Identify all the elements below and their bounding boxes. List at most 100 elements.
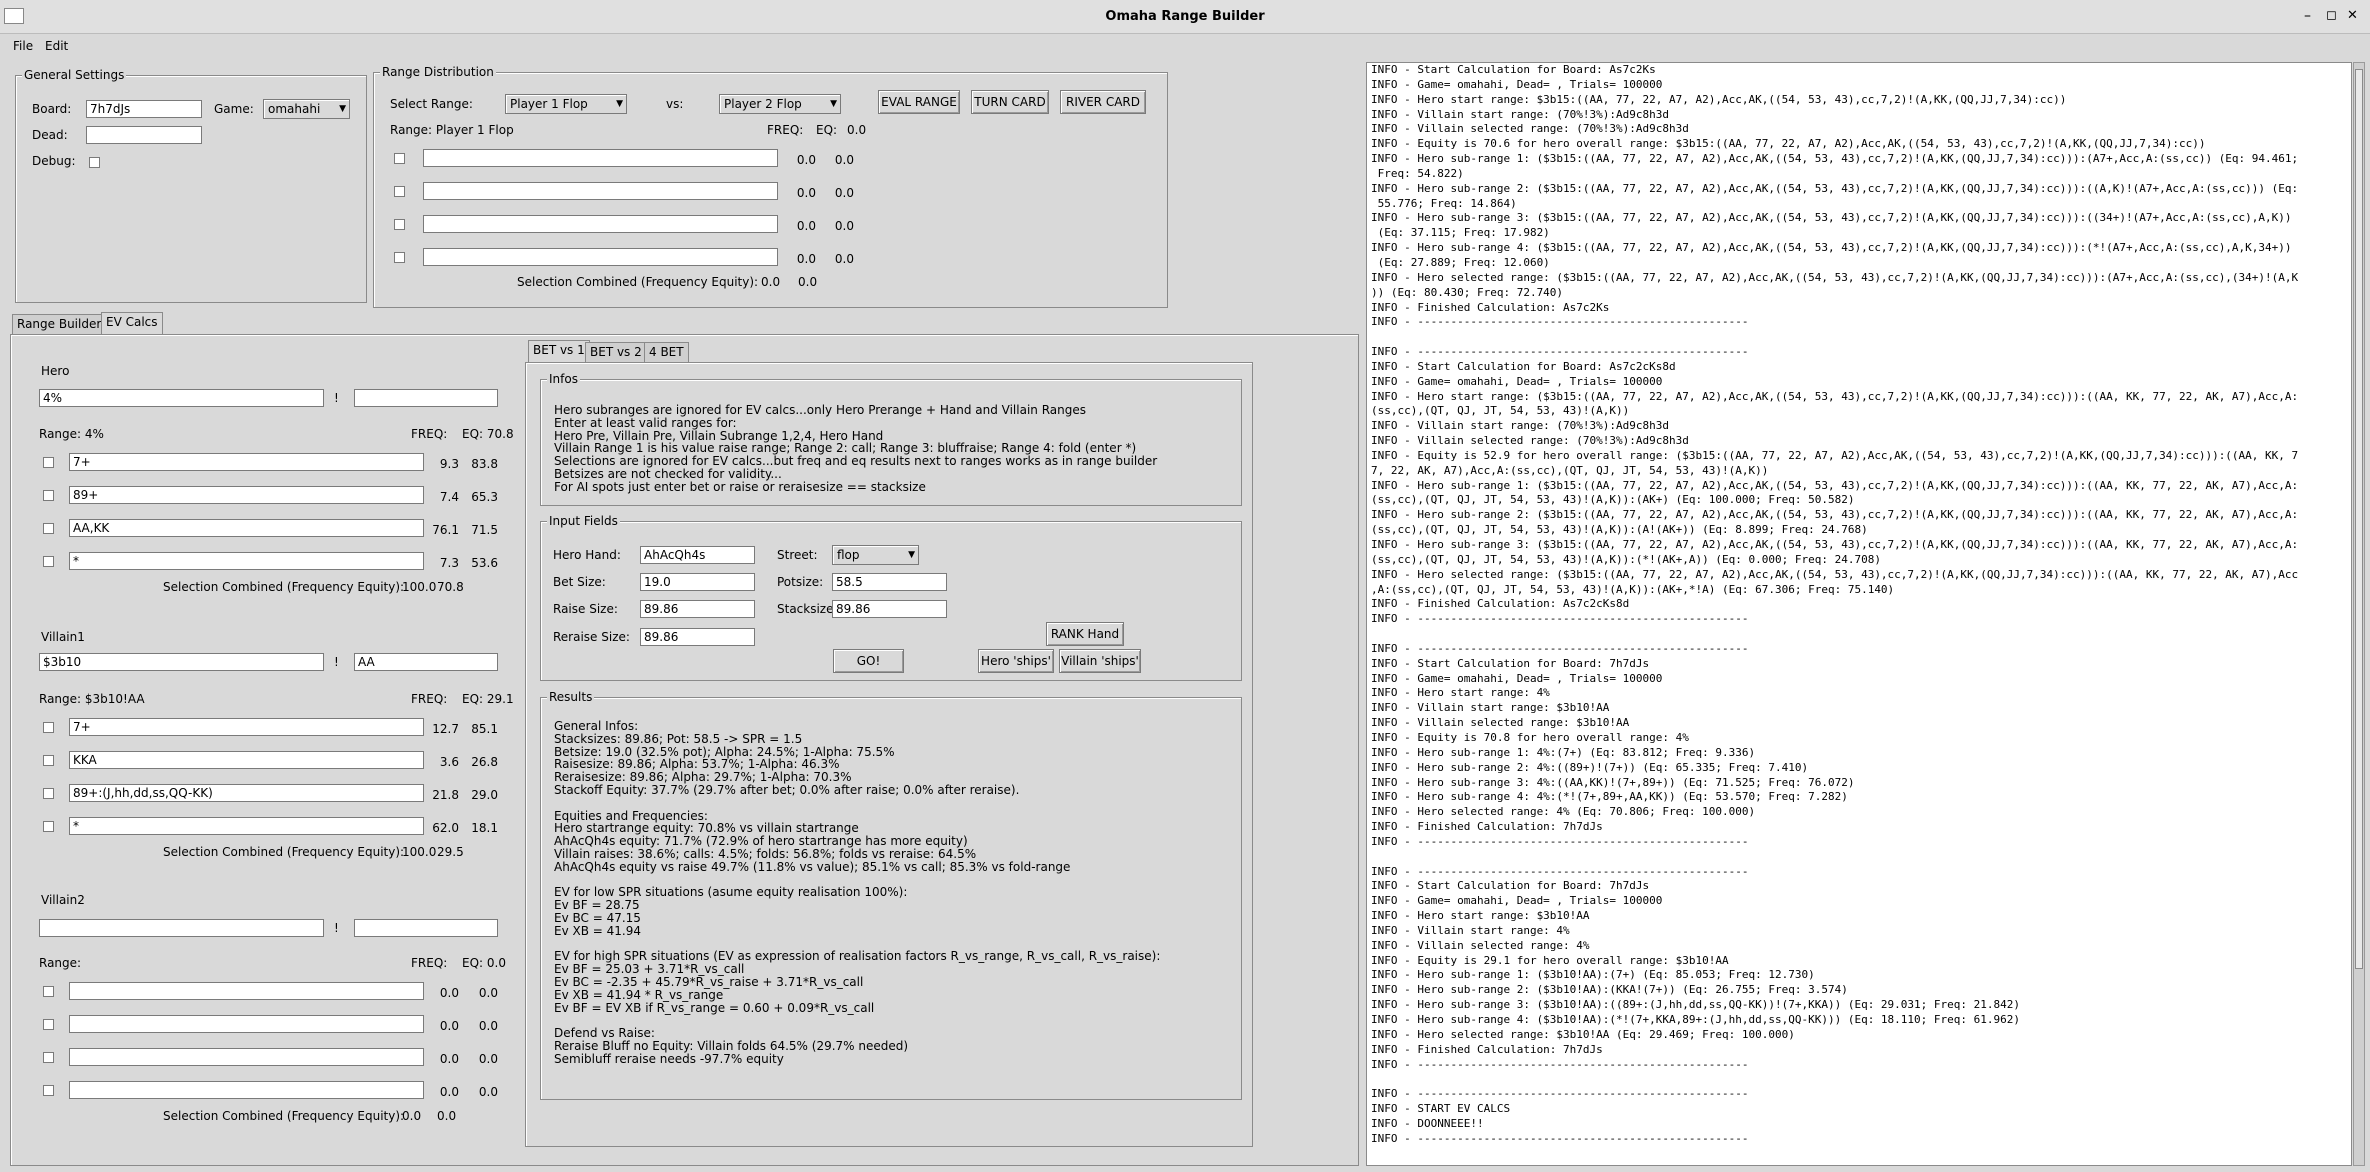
hero-subrange-checkbox[interactable]: [43, 556, 54, 567]
close-icon[interactable]: ✕: [2347, 9, 2358, 23]
potsize-input[interactable]: 58.5: [832, 573, 947, 591]
villain2-subrange-checkbox[interactable]: [43, 1052, 54, 1063]
villain1-subrange-checkbox[interactable]: [43, 821, 54, 832]
log-scrollbar-thumb[interactable]: [2355, 69, 2363, 969]
subrange-input[interactable]: [423, 149, 778, 167]
hero-subrange-eq: 71.5: [471, 523, 498, 537]
hero-dead-input[interactable]: [354, 389, 498, 407]
villain1-subrange-input[interactable]: *: [69, 817, 424, 835]
menu-edit[interactable]: Edit: [45, 39, 68, 53]
tab-bet-vs-1[interactable]: BET vs 1: [528, 340, 590, 362]
maximize-icon[interactable]: ◻: [2326, 9, 2337, 23]
vs-range-combo[interactable]: Player 2 Flop ▼: [719, 94, 841, 114]
debug-checkbox[interactable]: [89, 157, 100, 168]
subrange-checkbox[interactable]: [394, 186, 405, 197]
hero-eq-label: EQ: 70.8: [462, 427, 514, 441]
minimize-icon[interactable]: –: [2304, 9, 2311, 23]
raise-size-input[interactable]: 89.86: [640, 600, 755, 618]
infos-text: Hero subranges are ignored for EV calcs.…: [554, 404, 1157, 494]
log-line: Freq: 54.822): [1371, 166, 1464, 180]
log-line: INFO - Game= omahahi, Dead= , Trials= 10…: [1371, 671, 1663, 685]
go-button[interactable]: GO!: [833, 649, 904, 673]
villain1-subrange-input[interactable]: 89+:(J,hh,dd,ss,QQ-KK): [69, 784, 424, 802]
villain2-range-input[interactable]: [39, 919, 324, 937]
villain1-subrange-checkbox[interactable]: [43, 722, 54, 733]
log-line: INFO - Hero sub-range 3: 4%:((AA,KK)!(7+…: [1371, 775, 1855, 789]
villain2-subrange-input[interactable]: [69, 1048, 424, 1066]
hero-hand-input[interactable]: AhAcQh4s: [640, 546, 755, 564]
hero-subrange-input[interactable]: *: [69, 552, 424, 570]
eval-range-button[interactable]: EVAL RANGE: [878, 90, 960, 114]
result-line: [554, 797, 1160, 810]
hero-subrange-checkbox[interactable]: [43, 457, 54, 468]
hero-range-label: Range: 4%: [39, 427, 104, 441]
log-line: 7, 22, AK, A7),Acc,A:(ss,cc),(QT, QJ, JT…: [1371, 463, 1769, 477]
game-select[interactable]: omahahi ▼: [263, 99, 350, 119]
result-line: General Infos:: [554, 719, 639, 733]
villain2-subrange-checkbox[interactable]: [43, 1019, 54, 1030]
log-line: INFO - Finished Calculation: 7h7dJs: [1371, 1042, 1603, 1056]
villain1-subrange-input[interactable]: 7+: [69, 718, 424, 736]
hero-subrange-input[interactable]: AA,KK: [69, 519, 424, 537]
villain2-subrange-input[interactable]: [69, 982, 424, 1000]
turn-card-button[interactable]: TURN CARD: [971, 90, 1049, 114]
tab-ev-calcs[interactable]: EV Calcs: [101, 312, 163, 334]
log-line: INFO - Start Calculation for Board: 7h7d…: [1371, 879, 1650, 893]
general-settings-frame: General Settings Board: 7h7dJs Game: oma…: [15, 68, 367, 303]
board-input[interactable]: 7h7dJs: [86, 100, 202, 118]
result-line: Ev BC = -2.35 + 45.79*R_vs_raise + 3.71*…: [554, 974, 864, 989]
combined-eq: 0.0: [798, 275, 818, 289]
villain2-combined-freq: 0.0: [402, 1109, 422, 1123]
villain-ships-button[interactable]: Villain 'ships': [1059, 649, 1141, 673]
villain1-subrange-input[interactable]: KKA: [69, 751, 424, 769]
tab-4-bet[interactable]: 4 BET: [644, 342, 689, 362]
tab-bet-vs-2[interactable]: BET vs 2: [585, 342, 647, 362]
street-label: Street:: [777, 548, 818, 562]
menu-file[interactable]: File: [13, 39, 33, 53]
hero-subrange-checkbox[interactable]: [43, 523, 54, 534]
subrange-checkbox[interactable]: [394, 252, 405, 263]
villain2-subrange-checkbox[interactable]: [43, 1085, 54, 1096]
bet-size-input[interactable]: 19.0: [640, 573, 755, 591]
villain1-title: Villain1: [41, 630, 85, 644]
log-line: (ss,cc),(QT, QJ, JT, 54, 53, 43)!(A,K)):…: [1371, 493, 1855, 507]
rank-hand-button[interactable]: RANK Hand: [1046, 622, 1124, 646]
log-output[interactable]: INFO - Start Calculation for Board: As7c…: [1366, 62, 2352, 1166]
subrange-input[interactable]: [423, 182, 778, 200]
infos-frame: Infos Hero subranges are ignored for EV …: [540, 372, 1242, 506]
result-line: Semibluff reraise needs -97.7% equity: [554, 1051, 784, 1066]
river-card-button[interactable]: RIVER CARD: [1060, 90, 1146, 114]
villain2-subrange-checkbox[interactable]: [43, 986, 54, 997]
villain1-range-input[interactable]: $3b10: [39, 653, 324, 671]
subrange-checkbox[interactable]: [394, 153, 405, 164]
stacksize-input[interactable]: 89.86: [832, 600, 947, 618]
subrange-checkbox[interactable]: [394, 219, 405, 230]
villain1-subrange-checkbox[interactable]: [43, 788, 54, 799]
hero-ships-button[interactable]: Hero 'ships': [978, 649, 1054, 673]
hero-subrange-input[interactable]: 7+: [69, 453, 424, 471]
street-select[interactable]: flop ▼: [832, 545, 919, 565]
reraise-size-input[interactable]: 89.86: [640, 628, 755, 646]
log-line: INFO - Hero sub-range 4: 4%:(*!(7+,89+,A…: [1371, 790, 1848, 804]
hero-subrange-input[interactable]: 89+: [69, 486, 424, 504]
subrange-input[interactable]: [423, 248, 778, 266]
hero-subrange-checkbox[interactable]: [43, 490, 54, 501]
tab-range-builder[interactable]: Range Builder: [12, 314, 107, 334]
log-line: )) (Eq: 80.430; Freq: 72.740): [1371, 285, 1564, 299]
select-range-combo[interactable]: Player 1 Flop ▼: [505, 94, 627, 114]
hero-range-input[interactable]: 4%: [39, 389, 324, 407]
villain2-subrange-input[interactable]: [69, 1081, 424, 1099]
combined-freq: 0.0: [761, 275, 781, 289]
villain2-subrange-input[interactable]: [69, 1015, 424, 1033]
villain2-freq-label: FREQ:: [411, 956, 448, 970]
villain2-subrange-freq: 0.0: [439, 1085, 459, 1099]
log-scrollbar[interactable]: [2353, 62, 2365, 1166]
villain2-dead-input[interactable]: [354, 919, 498, 937]
villain1-subrange-checkbox[interactable]: [43, 755, 54, 766]
log-line: 55.776; Freq: 14.864): [1371, 196, 1517, 210]
dead-input[interactable]: [86, 126, 202, 144]
villain1-dead-input[interactable]: AA: [354, 653, 498, 671]
villain2-bang: !: [334, 921, 339, 935]
subrange-input[interactable]: [423, 215, 778, 233]
info-line: Hero subranges are ignored for EV calcs.…: [554, 403, 1086, 417]
